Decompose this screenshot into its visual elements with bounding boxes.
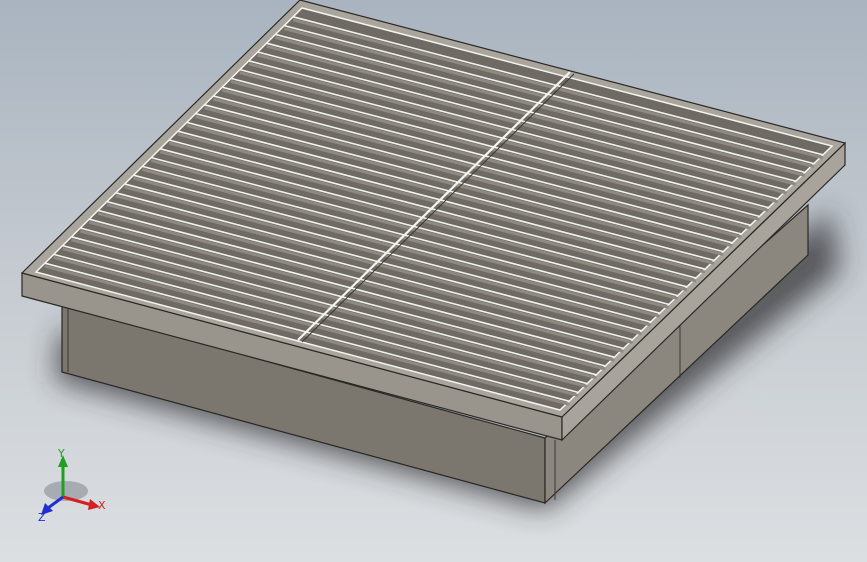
graphics-viewport[interactable]: Y X Z [0,0,867,562]
3d-model-view[interactable] [0,0,867,562]
x-axis-label: X [98,499,106,512]
y-axis-label: Y [57,447,65,460]
z-axis-label: Z [38,511,46,524]
coordinate-triad[interactable]: Y X Z [30,445,120,525]
